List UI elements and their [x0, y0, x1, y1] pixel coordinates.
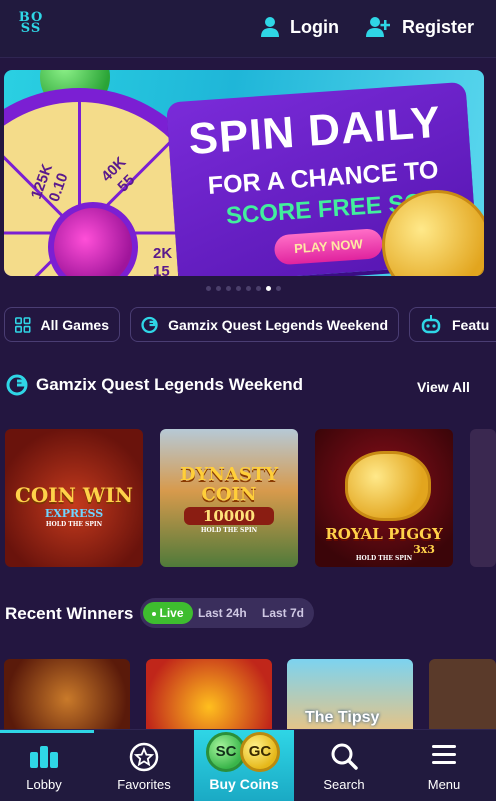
boss-logo[interactable]: BO SS [14, 11, 48, 46]
nav-lobby-label: Lobby [26, 777, 62, 792]
gamzix-logo-icon [6, 374, 28, 396]
register-button[interactable]: Register [366, 16, 474, 38]
login-label: Login [290, 16, 339, 37]
nav-menu-label: Menu [427, 777, 461, 792]
view-all-link[interactable]: View All [417, 379, 470, 395]
play-now-button[interactable]: PLAY NOW [273, 227, 384, 266]
game-tile[interactable]: ROYAL PIGGY 3x3 HOLD THE SPIN [315, 429, 453, 567]
carousel-dot[interactable] [216, 286, 221, 291]
promo-banner[interactable]: 125K 0.10 40K 55 2K 15 SPIN DAILY FOR A … [4, 70, 484, 276]
recent-winners-tabs: Live Last 24h Last 7d [140, 598, 314, 628]
wheel-value: 2K [153, 245, 173, 262]
register-label: Register [402, 16, 475, 37]
star-icon [129, 742, 159, 772]
nav-buy-coins[interactable]: SC GC Buy Coins [194, 730, 294, 801]
game-tag: HOLD THE SPIN [45, 521, 103, 528]
chip-gamzix-quest[interactable]: Gamzix Quest Legends Weekend [130, 307, 399, 342]
carousel-dot[interactable] [256, 286, 261, 291]
wheel-value: 15 [153, 263, 170, 276]
carousel-dot[interactable] [226, 286, 231, 291]
category-chips: All Games Gamzix Quest Legends Weekend F… [4, 307, 496, 343]
game-tile[interactable]: DYNASTY COIN 10000 HOLD THE SPIN [160, 429, 298, 567]
game-tile-partial[interactable] [470, 429, 496, 567]
chip-featured[interactable]: Featu [409, 307, 496, 342]
winner-thumbnail[interactable]: The Tipsy [287, 659, 413, 739]
nav-search[interactable]: Search [294, 730, 394, 801]
tab-live[interactable]: Live [143, 602, 193, 624]
tab-last-7d[interactable]: Last 7d [262, 602, 304, 624]
bottom-navigation: Lobby Favorites SC GC Buy Coins Search M… [0, 729, 496, 801]
carousel-dot[interactable] [276, 286, 281, 291]
game-tile[interactable]: COIN WIN EXPRESS HOLD THE SPIN [5, 429, 143, 567]
section-title: Gamzix Quest Legends Weekend [6, 374, 303, 396]
grid-icon [15, 316, 31, 333]
tab-last-24h[interactable]: Last 24h [198, 602, 247, 624]
game-title: DYNASTY COIN [179, 464, 279, 505]
nav-buy-coins-label: Buy Coins [209, 776, 279, 792]
user-icon [261, 17, 279, 37]
winner-thumbnail[interactable] [146, 659, 272, 739]
carousel-dots [206, 286, 281, 291]
winner-game-title: The Tipsy [305, 709, 380, 726]
robot-icon [421, 314, 441, 333]
user-plus-icon [366, 17, 390, 37]
lobby-icon [30, 746, 58, 768]
game-title: ROYAL PIGGY [325, 525, 443, 543]
wheel-hub [48, 202, 138, 276]
game-tag: HOLD THE SPIN [200, 527, 258, 534]
tab-live-label: Live [159, 606, 184, 620]
hamburger-menu-icon [432, 745, 456, 764]
chip-all-games[interactable]: All Games [4, 307, 120, 342]
section-title-text: Gamzix Quest Legends Weekend [36, 375, 304, 394]
nav-lobby[interactable]: Lobby [0, 730, 94, 801]
gamzix-logo-icon [141, 316, 158, 333]
top-header: BO SS Login Register [0, 0, 496, 58]
login-button[interactable]: Login [260, 16, 339, 38]
winner-thumbnail[interactable] [4, 659, 130, 739]
game-tag: HOLD THE SPIN [355, 555, 413, 562]
carousel-dot[interactable] [206, 286, 211, 291]
winner-thumbnail-partial[interactable] [429, 659, 496, 739]
chip-label: Featu [452, 316, 490, 333]
game-subtitle: 10000 [184, 507, 274, 525]
carousel-dot-active[interactable] [266, 286, 271, 291]
nav-favorites-label: Favorites [117, 777, 171, 792]
chip-label: All Games [40, 316, 109, 333]
game-title: COIN WIN [14, 483, 134, 507]
live-dot-icon [152, 611, 157, 616]
recent-winners-title: Recent Winners [5, 604, 134, 623]
piggy-illustration [345, 451, 431, 521]
game-subtitle: EXPRESS [44, 507, 104, 520]
promo-headline: SPIN DAILY [186, 97, 443, 165]
carousel-dot[interactable] [236, 286, 241, 291]
gc-coin-icon: GC [240, 732, 280, 772]
carousel-dot[interactable] [246, 286, 251, 291]
nav-favorites[interactable]: Favorites [94, 730, 194, 801]
nav-menu[interactable]: Menu [394, 730, 494, 801]
chip-label: Gamzix Quest Legends Weekend [168, 316, 388, 333]
nav-search-label: Search [323, 777, 365, 792]
search-icon [331, 743, 358, 770]
